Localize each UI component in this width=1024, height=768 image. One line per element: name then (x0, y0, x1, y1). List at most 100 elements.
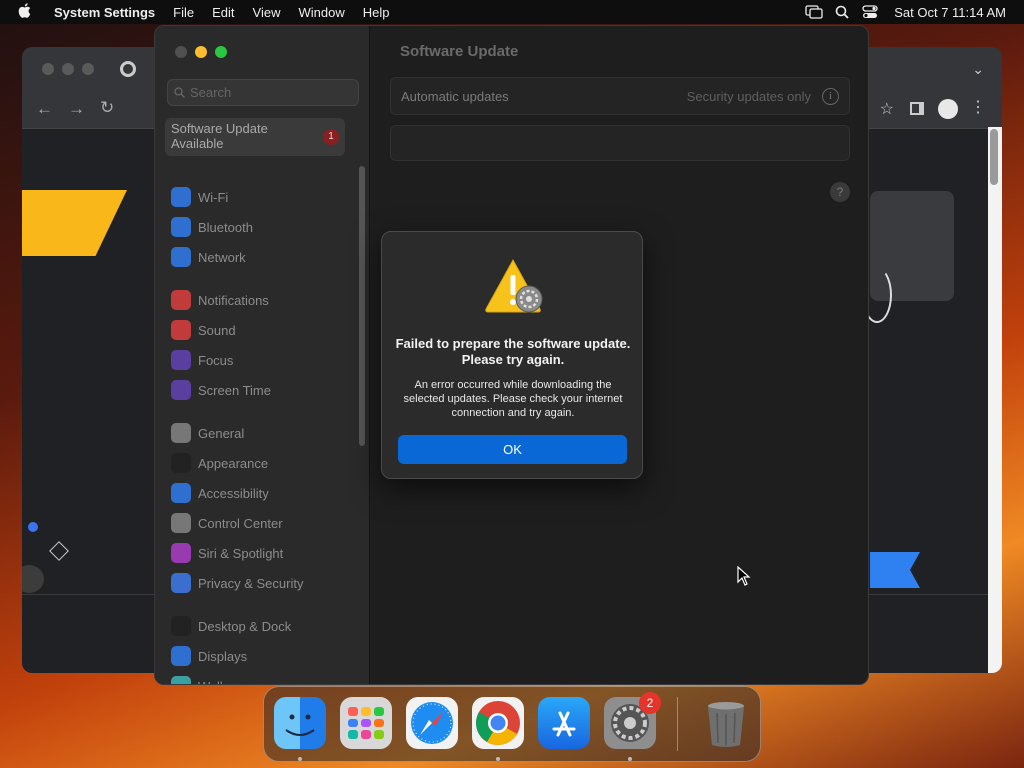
speaker-icon (171, 320, 191, 340)
control-center-icon[interactable] (856, 0, 884, 24)
settings-dock-badge: 2 (639, 692, 661, 714)
trash-icon[interactable] (700, 697, 752, 749)
automatic-updates-row[interactable]: Automatic updates Security updates only … (390, 77, 850, 115)
accessibility-icon (171, 483, 191, 503)
gear-icon (171, 423, 191, 443)
browser-close-button[interactable] (42, 63, 54, 75)
wallpaper-icon (171, 676, 191, 684)
browser-zoom-button[interactable] (82, 63, 94, 75)
update-item-line2: Available (171, 136, 224, 151)
menu-app-name[interactable]: System Settings (45, 5, 164, 20)
screen-mirroring-icon[interactable] (800, 0, 828, 24)
sidebar-item-label: General (198, 425, 245, 441)
bookmark-star-icon[interactable]: ☆ (880, 99, 894, 119)
warning-icon (485, 258, 543, 313)
ok-button[interactable]: OK (398, 435, 627, 464)
sidebar-item-desktop-dock[interactable]: Desktop & Dock (171, 613, 291, 639)
chrome-running-dot (496, 757, 500, 761)
sidebar-item-sound[interactable]: Sound (171, 317, 236, 343)
appearance-icon (171, 453, 191, 473)
update-item-line1: Software Update (171, 121, 268, 136)
spotlight-search-icon[interactable] (828, 0, 856, 24)
page-diamond-shape (49, 541, 69, 561)
side-panel-icon[interactable] (910, 102, 924, 115)
sidebar-item-wi-fi[interactable]: Wi-Fi (171, 184, 228, 210)
wifi-icon (171, 187, 191, 207)
sidebar-item-siri-spotlight[interactable]: Siri & Spotlight (171, 540, 283, 566)
dock-icon (171, 616, 191, 636)
menu-edit[interactable]: Edit (203, 5, 243, 20)
apple-menu-icon[interactable] (0, 3, 45, 21)
page-blue-ribbon (870, 552, 920, 588)
sidebar-item-screen-time[interactable]: Screen Time (171, 377, 271, 403)
sidebar-item-general[interactable]: General (171, 420, 244, 446)
settings-sidebar: Search Software Update Available 1 Wi-Fi… (155, 26, 370, 684)
menu-help[interactable]: Help (354, 5, 399, 20)
info-icon[interactable]: i (822, 88, 839, 105)
sidebar-item-label: Wi-Fi (198, 189, 229, 205)
control-center-icon (171, 513, 191, 533)
menu-file[interactable]: File (164, 5, 203, 20)
help-button[interactable]: ? (830, 182, 850, 202)
menu-bar: System Settings File Edit View Window He… (0, 0, 1024, 24)
sidebar-item-accessibility[interactable]: Accessibility (171, 480, 269, 506)
sidebar-item-label: Focus (198, 352, 234, 368)
window-zoom-button[interactable] (215, 46, 227, 58)
mouse-cursor-icon (737, 566, 751, 586)
sidebar-item-focus[interactable]: Focus (171, 347, 233, 373)
back-arrow-icon[interactable]: ← (36, 99, 53, 119)
browser-tab-favicon-icon[interactable] (120, 61, 136, 77)
globe-icon (171, 247, 191, 267)
sidebar-item-label: Notifications (198, 292, 269, 308)
dialog-heading: Failed to prepare the software update. P… (395, 336, 631, 367)
menu-window[interactable]: Window (289, 5, 353, 20)
sidebar-item-label: Control Center (198, 515, 283, 531)
sidebar-item-label: Accessibility (198, 485, 269, 501)
hourglass-icon (171, 380, 191, 400)
sidebar-item-displays[interactable]: Displays (171, 643, 247, 669)
tab-search-chevron-icon[interactable]: ⌄ (972, 61, 984, 78)
sidebar-item-label: Sound (198, 322, 236, 338)
finder-icon[interactable] (274, 697, 326, 749)
browser-scrollbar-thumb[interactable] (990, 129, 998, 185)
safari-icon[interactable] (406, 697, 458, 749)
sidebar-item-privacy-security[interactable]: Privacy & Security (171, 570, 303, 596)
window-close-button[interactable] (175, 46, 187, 58)
search-placeholder: Search (190, 85, 232, 100)
sidebar-item-notifications[interactable]: Notifications (171, 287, 269, 313)
profile-avatar-icon[interactable] (938, 99, 958, 119)
update-status-row (390, 125, 850, 161)
sidebar-item-network[interactable]: Network (171, 244, 246, 270)
page-title: Software Update (400, 43, 519, 60)
sidebar-search-input[interactable]: Search (167, 79, 359, 106)
launchpad-icon[interactable] (340, 697, 392, 749)
sidebar-item-bluetooth[interactable]: Bluetooth (171, 214, 253, 240)
sidebar-item-appearance[interactable]: Appearance (171, 450, 268, 476)
browser-scrollbar-track[interactable] (988, 127, 1002, 673)
menu-view[interactable]: View (244, 5, 290, 20)
sidebar-item-label: Network (198, 249, 246, 265)
more-menu-icon[interactable]: ⋮ (970, 97, 986, 117)
sidebar-scrollbar[interactable] (359, 166, 365, 446)
sidebar-item-label: Displays (198, 648, 248, 664)
window-minimize-button[interactable] (195, 46, 207, 58)
dock-separator (677, 697, 678, 751)
search-icon (174, 87, 185, 98)
bell-icon (171, 290, 191, 310)
page-blue-dot (28, 522, 38, 532)
sidebar-item-label: Desktop & Dock (198, 618, 292, 634)
browser-minimize-button[interactable] (62, 63, 74, 75)
sidebar-item-label: Siri & Spotlight (198, 545, 284, 561)
automatic-updates-label: Automatic updates (401, 89, 509, 104)
moon-icon (171, 350, 191, 370)
app-store-icon[interactable] (538, 697, 590, 749)
menu-clock[interactable]: Sat Oct 7 11:14 AM (884, 5, 1024, 20)
chrome-icon[interactable] (472, 697, 524, 749)
forward-arrow-icon[interactable]: → (68, 99, 85, 119)
finder-running-dot (298, 757, 302, 761)
sidebar-item-wallpaper[interactable]: Wallpaper (171, 673, 256, 684)
sidebar-item-software-update-available[interactable]: Software Update Available 1 (165, 118, 345, 156)
sidebar-item-label: Privacy & Security (198, 575, 304, 591)
sidebar-item-control-center[interactable]: Control Center (171, 510, 283, 536)
reload-icon[interactable]: ↻ (100, 98, 114, 118)
